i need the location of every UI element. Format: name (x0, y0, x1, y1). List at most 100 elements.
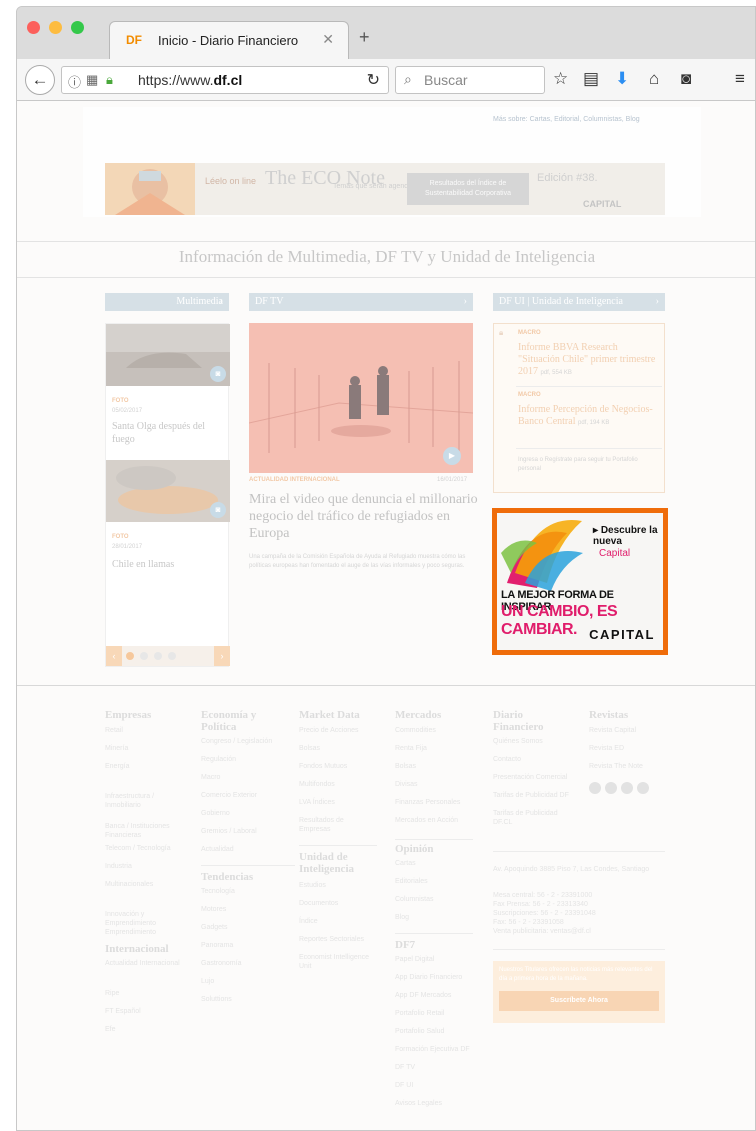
footer-link[interactable]: Commodities (395, 726, 473, 735)
ui-item-title[interactable]: Informe Percepción de Negocios-Banco Cen… (518, 404, 662, 429)
footer-link[interactable]: Bolsas (299, 744, 377, 753)
info-icon[interactable]: ⓘ (68, 72, 81, 91)
footer-link[interactable]: Gobierno (201, 809, 281, 818)
facebook-icon[interactable] (589, 782, 601, 794)
menu-icon[interactable]: ≡ (735, 69, 745, 89)
footer-link[interactable]: Gastronomía (201, 959, 281, 968)
footer-link[interactable]: Avisos Legales (395, 1099, 473, 1108)
footer-link[interactable]: Índice (299, 917, 377, 926)
close-window-button[interactable] (27, 21, 40, 34)
footer-link[interactable]: Tecnología (201, 887, 281, 896)
footer-link[interactable]: Estudios (299, 881, 377, 890)
search-bar[interactable]: ⌕ Buscar (395, 66, 545, 94)
download-icon[interactable]: ⬇ (615, 69, 629, 89)
footer-link[interactable]: Panorama (201, 941, 281, 950)
footer-link[interactable]: Editoriales (395, 877, 473, 886)
footer-link[interactable]: Energía (105, 762, 185, 771)
twitter-icon[interactable] (605, 782, 617, 794)
footer-link[interactable]: Regulación (201, 755, 281, 764)
footer-link[interactable]: Portafolio Retail (395, 1009, 473, 1018)
pager-dot[interactable] (168, 652, 176, 660)
footer-link[interactable]: Banca / Instituciones Financieras (105, 822, 185, 840)
footer-link[interactable]: Retail (105, 726, 185, 735)
pocket-icon[interactable]: ◙ (681, 69, 691, 89)
new-tab-icon[interactable]: + (359, 27, 370, 48)
close-tab-icon[interactable]: ✕ (322, 31, 334, 48)
footer-link[interactable]: Actualidad (201, 845, 281, 854)
dfui-header[interactable]: DF UI | Unidad de Inteligencia › (493, 293, 665, 311)
footer-link[interactable]: Resultados de Empresas (299, 816, 377, 834)
footer-link[interactable]: Formación Ejecutiva DF (395, 1045, 473, 1054)
footer-link[interactable]: Actualidad Internacional (105, 959, 185, 968)
reading-list-icon[interactable]: ▤ (583, 69, 599, 89)
photo-thumbnail[interactable]: ◙ (106, 460, 230, 522)
footer-link[interactable]: Precio de Acciones (299, 726, 377, 735)
footer-link[interactable]: Revista The Note (589, 762, 669, 771)
footer-link[interactable]: Columnistas (395, 895, 473, 904)
ui-login-prompt[interactable]: Ingresa o Regístrate para seguir tu Port… (518, 456, 658, 474)
footer-link[interactable]: DF UI (395, 1081, 473, 1090)
footer-link[interactable]: Telecom / Tecnología (105, 844, 185, 853)
footer-link[interactable]: Finanzas Personales (395, 798, 473, 807)
footer-link[interactable]: Economist Intelligence Unit (299, 953, 377, 971)
footer-link[interactable]: Lujo (201, 977, 281, 986)
footer-link[interactable]: Innovación y Emprendimiento (105, 910, 185, 928)
footer-link[interactable]: LVA Índices (299, 798, 377, 807)
rss-icon[interactable] (637, 782, 649, 794)
reader-icon[interactable]: ▦ (86, 72, 98, 88)
footer-link[interactable]: Gadgets (201, 923, 281, 932)
bookmark-star-icon[interactable]: ☆ (553, 69, 568, 89)
footer-link[interactable]: Congreso / Legislación (201, 737, 281, 746)
footer-link[interactable]: FT Español (105, 1007, 185, 1016)
footer-link[interactable]: Comercio Exterior (201, 791, 281, 800)
footer-link[interactable]: DF TV (395, 1063, 473, 1072)
footer-link[interactable]: Tarifas de Publicidad DF (493, 791, 575, 800)
footer-link[interactable]: Mercados en Acción (395, 816, 473, 825)
pager-dot[interactable] (126, 652, 134, 660)
back-button[interactable]: ← (25, 65, 55, 95)
browser-tab[interactable]: DF Inicio - Diario Financiero ✕ (109, 21, 349, 59)
footer-link[interactable]: Fondos Mutuos (299, 762, 377, 771)
footer-link[interactable]: Tarifas de Publicidad DF.CL (493, 809, 575, 827)
minimize-window-button[interactable] (49, 21, 62, 34)
footer-link[interactable]: Multinacionales (105, 880, 185, 889)
footer-link[interactable]: Ripe (105, 989, 185, 998)
photo-thumbnail[interactable]: ◙ (106, 324, 230, 386)
footer-link[interactable]: Multifondos (299, 780, 377, 789)
video-thumbnail[interactable]: ▶ (249, 323, 473, 473)
footer-link[interactable]: Motores (201, 905, 281, 914)
eco-note-banner[interactable]: Léelo on line The ECO Note Temas que ser… (105, 163, 665, 215)
footer-link[interactable]: Gremios / Laboral (201, 827, 281, 836)
subscribe-button[interactable]: Suscríbete Ahora (499, 991, 659, 1011)
video-title[interactable]: Mira el video que denuncia el millonario… (249, 491, 479, 542)
item-caption[interactable]: Santa Olga después del fuego (112, 420, 224, 446)
prev-arrow-icon[interactable]: ‹ (106, 646, 122, 666)
reload-icon[interactable]: ↻ (367, 70, 380, 90)
footer-link[interactable]: Industria (105, 862, 185, 871)
footer-link[interactable]: Revista ED (589, 744, 669, 753)
footer-link[interactable]: Divisas (395, 780, 473, 789)
footer-link[interactable]: App Diario Financiero (395, 973, 473, 982)
footer-contact[interactable]: Venta publicitaria: ventas@df.cl (493, 927, 665, 936)
footer-link[interactable]: Papel Digital (395, 955, 473, 964)
zoom-window-button[interactable] (71, 21, 84, 34)
pager-dot[interactable] (140, 652, 148, 660)
footer-link[interactable]: Renta Fija (395, 744, 473, 753)
footer-link[interactable]: Documentos (299, 899, 377, 908)
ui-item-title[interactable]: Informe BBVA Research "Situación Chile" … (518, 342, 662, 379)
next-arrow-icon[interactable]: › (214, 646, 230, 666)
footer-link[interactable]: Contacto (493, 755, 575, 764)
footer-link[interactable]: Minería (105, 744, 185, 753)
youtube-icon[interactable] (621, 782, 633, 794)
footer-link[interactable]: Efe (105, 1025, 185, 1034)
dftv-header[interactable]: DF TV › (249, 293, 473, 311)
footer-link[interactable]: Portafolio Salud (395, 1027, 473, 1036)
multimedia-header[interactable]: Multimedia › (105, 293, 229, 311)
footer-link[interactable]: Bolsas (395, 762, 473, 771)
footer-link[interactable]: App DF Mercados (395, 991, 473, 1000)
footer-link[interactable]: Emprendimiento (105, 928, 185, 937)
footer-link[interactable]: Quiénes Somos (493, 737, 575, 746)
footer-link[interactable]: Presentación Comercial (493, 773, 575, 782)
pager-dot[interactable] (154, 652, 162, 660)
item-caption[interactable]: Chile en llamas (112, 558, 224, 571)
